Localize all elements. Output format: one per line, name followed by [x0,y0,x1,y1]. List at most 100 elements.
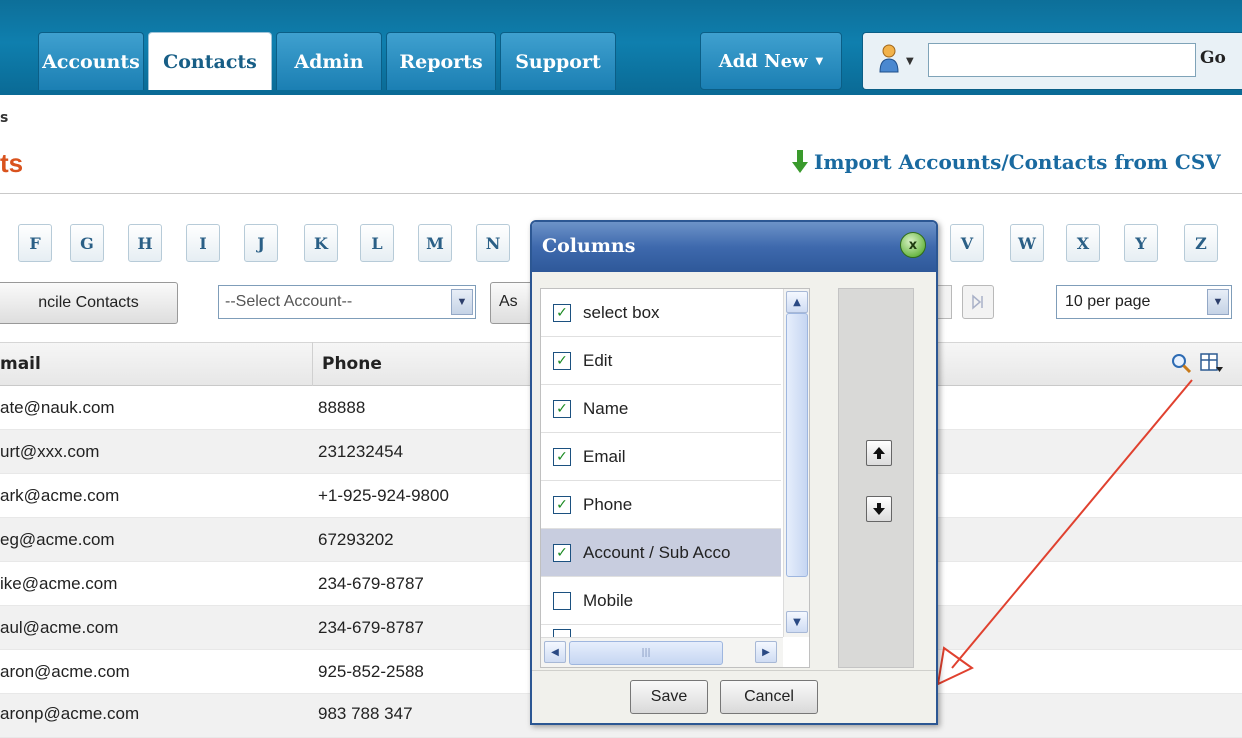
account-select[interactable]: --Select Account-- ▼ [218,285,476,319]
reconcile-contacts-button[interactable]: ncile Contacts [0,282,178,324]
tab-accounts[interactable]: Accounts [38,32,144,90]
move-up-icon [873,447,885,459]
chevron-down-icon[interactable]: ▼ [451,289,473,315]
email-cell[interactable]: ark@acme.com [0,486,119,506]
last-page-icon [972,294,983,310]
column-option-mobile[interactable]: Mobile [541,577,781,625]
letter-filter-v[interactable]: V [950,224,984,262]
column-option-label: Edit [583,350,613,370]
email-cell[interactable]: eg@acme.com [0,530,115,550]
column-option-label: Phone [583,494,633,514]
scroll-thumb[interactable]: ||| [569,641,723,665]
column-option-name[interactable]: ✓ Name [541,385,781,433]
checkbox[interactable] [553,591,571,610]
column-chooser-icon[interactable] [1200,352,1224,374]
letter-filter-x[interactable]: X [1066,224,1100,262]
scroll-right-icon[interactable]: ▶ [755,641,777,663]
close-icon[interactable]: x [900,232,926,258]
checkbox[interactable]: ✓ [553,495,571,514]
letter-filter-w[interactable]: W [1010,224,1044,262]
column-divider [312,342,313,386]
scroll-down-icon[interactable]: ▼ [786,611,808,633]
letter-filter-k[interactable]: K [304,224,338,262]
phone-cell: 67293202 [318,530,394,549]
columns-dialog: Columns x ✓ select box ✓ Edit ✓ Name ✓ E… [530,220,938,725]
column-option-edit[interactable]: ✓ Edit [541,337,781,385]
email-cell[interactable]: aul@acme.com [0,618,118,638]
save-button[interactable]: Save [630,680,708,714]
column-option-label: select box [583,302,660,322]
reorder-panel [838,288,914,668]
import-csv-label: Import Accounts/Contacts from CSV [814,150,1221,174]
cancel-button[interactable]: Cancel [720,680,818,714]
email-cell[interactable]: urt@xxx.com [0,442,99,462]
email-cell[interactable]: aronp@acme.com [0,704,139,724]
chevron-down-icon: ▼ [815,55,824,67]
column-option-account[interactable]: ✓ Account / Sub Acco [541,529,781,577]
search-icon[interactable] [1170,352,1192,374]
chevron-down-icon[interactable]: ▼ [1207,289,1229,315]
letter-filter-n[interactable]: N [476,224,510,262]
go-button[interactable]: Go [1200,48,1226,68]
phone-cell: +1-925-924-9800 [318,486,449,505]
search-input[interactable] [928,43,1196,77]
letter-filter-y[interactable]: Y [1124,224,1158,262]
email-cell[interactable]: aron@acme.com [0,662,130,682]
breadcrumb[interactable]: s [0,110,8,126]
tab-contacts[interactable]: Contacts [148,32,272,90]
horizontal-scrollbar[interactable]: ◀ ||| ▶ [541,637,783,667]
column-option-phone[interactable]: ✓ Phone [541,481,781,529]
letter-filter-i[interactable]: I [186,224,220,262]
tab-support[interactable]: Support [500,32,616,90]
letter-filter-j[interactable]: J [244,224,278,262]
letter-filter-f[interactable]: F [18,224,52,262]
column-option-select-box[interactable]: ✓ select box [541,289,781,337]
column-option-email[interactable]: ✓ Email [541,433,781,481]
import-csv-link[interactable]: Import Accounts/Contacts from CSV [792,150,1221,174]
last-page-button[interactable] [962,285,994,319]
pager-previous-button[interactable] [938,285,952,319]
tab-reports[interactable]: Reports [386,32,496,90]
column-header-email[interactable]: mail [0,354,41,374]
tab-admin[interactable]: Admin [276,32,382,90]
add-new-label: Add New [718,50,808,72]
phone-cell: 231232454 [318,442,404,461]
dialog-title[interactable]: Columns [532,222,936,272]
email-cell[interactable]: ate@nauk.com [0,398,115,418]
dialog-footer-divider [532,670,936,671]
per-page-select[interactable]: 10 per page ▼ [1056,285,1232,319]
checkbox[interactable]: ✓ [553,399,571,418]
checkbox[interactable]: ✓ [553,351,571,370]
vertical-scrollbar[interactable]: ▲ ▼ [783,289,809,637]
account-select-value: --Select Account-- [225,293,353,310]
table-header-tools [1170,352,1224,374]
letter-filter-m[interactable]: M [418,224,452,262]
user-menu-chevron-icon[interactable]: ▼ [906,56,914,67]
letter-filter-z[interactable]: Z [1184,224,1218,262]
scroll-up-icon[interactable]: ▲ [786,291,808,313]
phone-cell: 88888 [318,398,366,417]
scroll-thumb[interactable] [786,313,808,577]
checkbox[interactable]: ✓ [553,303,571,322]
phone-cell: 925-852-2588 [318,662,424,681]
letter-filter-g[interactable]: G [70,224,104,262]
column-option-label: Email [583,446,626,466]
checkbox[interactable]: ✓ [553,543,571,562]
letter-filter-h[interactable]: H [128,224,162,262]
phone-cell: 234-679-8787 [318,618,424,637]
column-header-phone[interactable]: Phone [322,354,382,374]
page-title: ts [0,148,24,178]
phone-cell: 234-679-8787 [318,574,424,593]
scroll-left-icon[interactable]: ◀ [544,641,566,663]
divider [0,193,1242,194]
letter-filter-l[interactable]: L [360,224,394,262]
per-page-value: 10 per page [1065,293,1151,310]
checkbox[interactable]: ✓ [553,447,571,466]
email-cell[interactable]: ike@acme.com [0,574,117,594]
add-new-button[interactable]: Add New ▼ [700,32,842,90]
user-icon[interactable] [878,43,900,73]
column-option-label: Account / Sub Acco [583,542,731,562]
move-up-button[interactable] [866,440,892,466]
column-option-label: Name [583,398,629,418]
move-down-button[interactable] [866,496,892,522]
